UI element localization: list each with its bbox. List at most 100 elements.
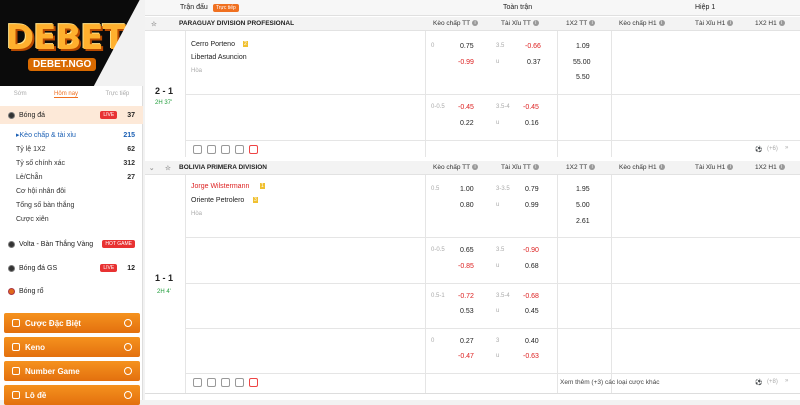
arrow-icon [124,319,132,327]
more-markets[interactable]: (+8) [767,379,778,385]
sidebar-sub-double-chance[interactable]: Cơ hội nhân đôi [0,185,143,197]
arrow-icon [124,391,132,399]
odds-cell[interactable]: 0.37 [527,59,541,66]
home-team[interactable]: Cerro Porteno [191,41,235,48]
total-line: 3.5 [496,43,505,49]
odds-cell[interactable]: 0.75 [460,43,474,50]
logo-text: DEBET [6,18,126,58]
odds-cell[interactable]: -0.72 [458,293,474,300]
sidebar-item-label: Volta - Bàn Thắng Vàng [19,240,94,248]
odds-cell[interactable]: 0.65 [460,247,474,254]
see-more-link[interactable]: Xem thêm (+3) các loại cược khác [560,379,659,386]
col-handicap-ft: Kèo chấp TT i [433,20,479,27]
odds-cell[interactable]: -0.90 [523,247,539,254]
debet-logo[interactable]: DEBET DEBET.NGO [0,0,143,86]
sidebar-item-basketball[interactable]: Bóng rổ [0,284,143,298]
card-badge: 2 [243,41,248,47]
odds-cell[interactable]: 0.79 [525,186,539,193]
menu-keno[interactable]: Keno [4,337,140,357]
tab-today[interactable]: Hôm nay [54,91,79,98]
league-header[interactable]: ☆ PARAGUAY DIVISION PROFESIONAL Kèo chấp… [145,17,800,31]
odds-cell[interactable]: 0.45 [525,308,539,315]
sidebar-sub-correct-score[interactable]: Tỷ số chính xác 312 [0,157,143,169]
fire-icon[interactable] [249,145,258,154]
fire-icon[interactable] [249,378,258,387]
sidebar-item-football-gs[interactable]: Bóng đá GS LIVE 12 [0,261,143,275]
video-icon[interactable] [235,145,244,154]
under-label: u [496,59,500,65]
odds-cell[interactable]: 0.68 [525,263,539,270]
eye-icon[interactable] [221,378,230,387]
menu-number-game[interactable]: Number Game [4,361,140,381]
menu-special-bets[interactable]: Cược Đặc Biệt [4,313,140,333]
menu-label: Lô đề [25,390,47,400]
chevron-down-icon[interactable]: ⌄ [149,164,154,172]
star-icon[interactable]: ☆ [151,20,157,28]
league-name: BOLIVIA PRIMERA DIVISION [179,164,267,171]
away-team[interactable]: Libertad Asuncion [191,54,247,61]
basketball-icon [8,287,15,295]
odds-cell[interactable]: 0.16 [525,120,539,127]
stats-icon[interactable] [207,145,216,154]
ball-icon: ⚽ [755,147,763,153]
live-tab-badge[interactable]: Trực tiếp [213,3,239,12]
odds-cell[interactable]: 5.50 [576,74,590,81]
odds-cell[interactable]: 0.99 [525,202,539,209]
header-full-time: Toàn trận [503,4,533,11]
tab-early[interactable]: Sớm [14,91,27,97]
away-team[interactable]: Oriente Petrolero [191,197,244,204]
star-icon[interactable] [193,378,202,387]
tab-live[interactable]: Trực tiếp [105,91,129,97]
odds-cell[interactable]: -0.66 [525,43,541,50]
sidebar-sub-total-goals[interactable]: Tổng số bàn thắng [0,199,143,211]
odds-cell[interactable]: 2.61 [576,218,590,225]
odds-cell[interactable]: 0.80 [460,202,474,209]
star-icon[interactable] [193,145,202,154]
odds-cell[interactable]: 0.40 [525,338,539,345]
under-label: u [496,263,500,269]
sub-label: Cược xiên [16,215,49,223]
menu-label: Cược Đặc Biệt [25,318,81,328]
expand-icon[interactable]: » [785,145,788,151]
odds-cell[interactable]: 0.53 [460,308,474,315]
odds-cell[interactable]: -0.45 [523,104,539,111]
odds-cell[interactable]: -0.45 [458,104,474,111]
lottery-icon [12,391,20,399]
odds-cell[interactable]: 1.00 [460,186,474,193]
odds-cell[interactable]: -0.68 [523,293,539,300]
eye-icon[interactable] [221,145,230,154]
menu-lottery[interactable]: Lô đề [4,385,140,405]
stats-icon[interactable] [207,378,216,387]
total-line: 3.5-4 [496,293,510,299]
odds-cell[interactable]: 5.00 [576,202,590,209]
odds-cell[interactable]: -0.85 [458,263,474,270]
odds-cell[interactable]: 1.09 [576,43,590,50]
draw-label: Hòa [191,211,203,217]
odds-cell[interactable]: 0.22 [460,120,474,127]
sidebar-item-football[interactable]: Bóng đá LIVE 37 [0,106,143,124]
under-label: u [496,202,500,208]
sidebar-sub-odd-even[interactable]: Lẻ/Chẵn 27 [0,171,143,183]
arrow-icon [124,343,132,351]
odds-cell[interactable]: 55.00 [573,59,591,66]
odds-cell[interactable]: 0.27 [460,338,474,345]
odds-cell[interactable]: -0.99 [458,59,474,66]
expand-icon[interactable]: » [785,378,788,384]
league-header[interactable]: ⌄ ☆ BOLIVIA PRIMERA DIVISION Kèo chấp TT… [145,161,800,175]
more-markets[interactable]: (+6) [767,146,778,152]
col-ou-ft: Tài Xỉu TT i [501,164,539,171]
sub-count: 312 [123,159,135,167]
home-team[interactable]: Jorge Wilstermann [191,183,249,190]
sidebar-item-volta[interactable]: Volta - Bàn Thắng Vàng HOT GAME [0,237,143,251]
odds-cell[interactable]: -0.47 [458,353,474,360]
odds-cell[interactable]: -0.63 [523,353,539,360]
sidebar-sub-parlay[interactable]: Cược xiên [0,213,143,225]
odds-cell[interactable]: 1.95 [576,186,590,193]
video-icon[interactable] [235,378,244,387]
col-ou-ft: Tài Xỉu TT i [501,20,539,27]
sidebar-sub-handicap[interactable]: ▸ Kèo chấp & tài xỉu 215 [0,129,143,141]
sidebar-sub-1x2[interactable]: Tỷ lệ 1X2 62 [0,143,143,155]
star-icon[interactable]: ☆ [165,164,171,172]
col-handicap-h1: Kèo chấp H1 i [619,164,665,171]
sub-count: 215 [123,131,135,139]
